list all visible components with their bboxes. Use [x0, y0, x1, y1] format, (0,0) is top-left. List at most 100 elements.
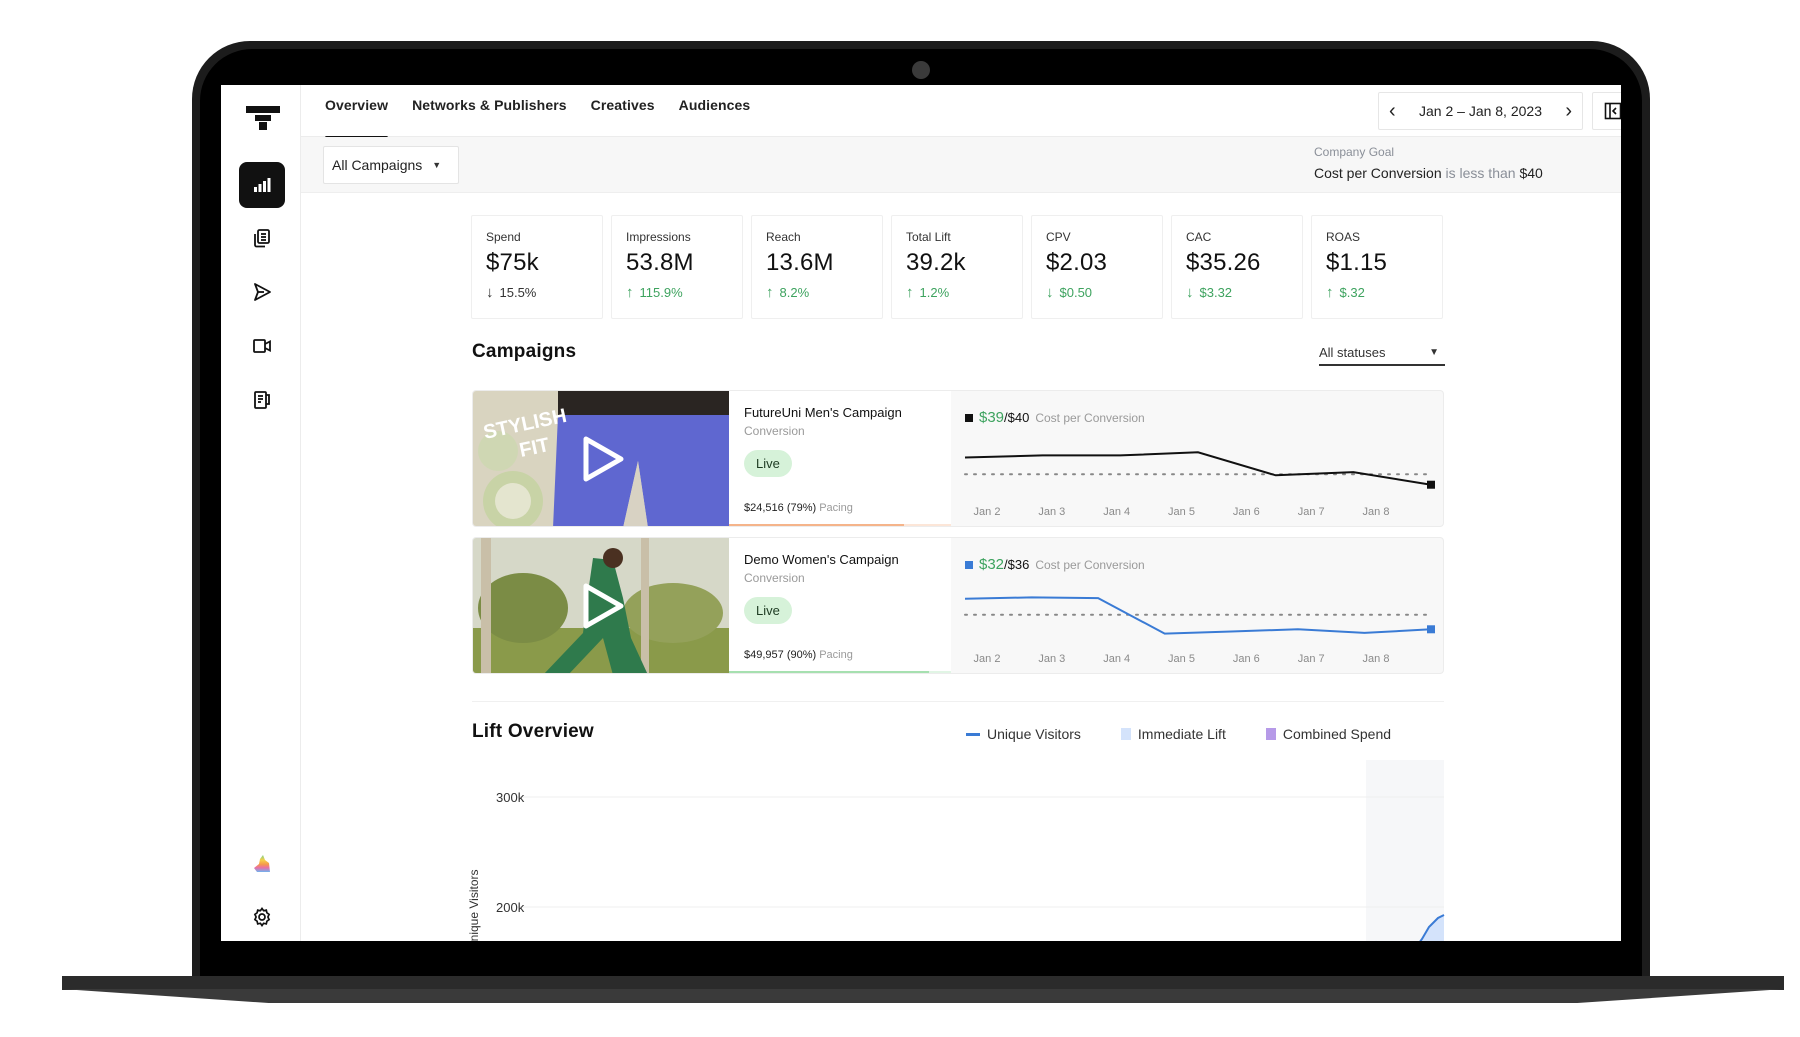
- kpi-label: CPV: [1046, 230, 1071, 244]
- kpi-card[interactable]: ROAS $1.15 ↑ $.32: [1311, 215, 1443, 319]
- sidebar-item-send[interactable]: [239, 269, 285, 315]
- kpi-delta-value: 15.5%: [499, 285, 537, 300]
- pacing-bar: [729, 671, 951, 673]
- legend-item[interactable]: Combined Spend: [1265, 726, 1391, 742]
- tab-networks-publishers[interactable]: Networks & Publishers: [400, 85, 579, 137]
- x-axis-tick-label: Jan 3: [1038, 506, 1065, 518]
- y-axis-tick-label: 300k: [496, 790, 525, 805]
- chevron-left-icon[interactable]: ‹: [1389, 101, 1396, 121]
- app-screen: Overview Networks & Publishers Creatives…: [221, 85, 1621, 941]
- video-camera-icon: [253, 339, 271, 353]
- legend-item[interactable]: Unique Visitors: [966, 726, 1081, 742]
- sidebar-item-brand[interactable]: [239, 841, 285, 887]
- pacing-amount: $24,516 (79%): [744, 502, 820, 514]
- lift-overview-chart: 300k 200k Unique Visitors: [467, 760, 1445, 941]
- kpi-card[interactable]: Reach 13.6M ↑ 8.2%: [751, 215, 883, 319]
- bar-chart-icon: [254, 178, 271, 192]
- arrow-down-icon: ↓: [1186, 284, 1194, 301]
- x-axis-tick-label: Jan 5: [1168, 653, 1195, 665]
- campaign-type: Conversion: [744, 424, 805, 438]
- goal-metric: Cost per Conversion: [1314, 165, 1442, 181]
- end-marker: [1427, 480, 1435, 489]
- x-axis-tick-label: Jan 5: [1168, 506, 1195, 518]
- highlight-band: [1366, 760, 1444, 941]
- tab-overview[interactable]: Overview: [325, 85, 400, 139]
- arrow-down-icon: ↓: [1046, 284, 1054, 301]
- sidebar-item-analytics[interactable]: [239, 162, 285, 208]
- caret-down-icon: ▼: [1429, 346, 1439, 358]
- laptop-base-edge: [62, 989, 1784, 1003]
- kpi-delta-value: 1.2%: [919, 285, 950, 300]
- kpi-card[interactable]: Spend $75k ↓ 15.5%: [471, 215, 603, 319]
- lift-legend: Unique Visitors Immediate Lift Combined Sp…: [966, 726, 1391, 742]
- x-axis-tick-label: Jan 4: [1103, 506, 1130, 518]
- tab-audiences[interactable]: Audiences: [667, 85, 763, 137]
- pacing-bar-fill: [729, 671, 929, 673]
- campaign-card[interactable]: STYLISH FIT FutureUni Men's Campaign Conver…: [472, 390, 1444, 527]
- filters-button[interactable]: Filters: [1592, 92, 1621, 130]
- kpi-card[interactable]: CAC $35.26 ↓ $3.32: [1171, 215, 1303, 319]
- campaign-thumbnail[interactable]: [473, 538, 729, 673]
- legend-square-icon: [1120, 728, 1131, 740]
- cost-per-conversion-chart: $32/$36 Cost per Conversion Jan 2 Jan 3 Jan …: [951, 538, 1443, 673]
- pacing-text: $49,957 (90%) Pacing: [744, 649, 853, 661]
- pacing-text: $24,516 (79%) Pacing: [744, 502, 853, 514]
- campaign-select[interactable]: All Campaigns ▼: [323, 146, 459, 184]
- kpi-label: Total Lift: [906, 230, 951, 244]
- sidebar-item-reports[interactable]: [239, 377, 285, 423]
- pacing-amount: $49,957 (90%): [744, 649, 820, 661]
- legend-line-icon: [966, 732, 980, 736]
- chevron-right-icon[interactable]: ›: [1565, 101, 1572, 121]
- kpi-card[interactable]: Impressions 53.8M ↑ 115.9%: [611, 215, 743, 319]
- status-badge[interactable]: Live: [744, 450, 792, 477]
- y-axis-label: Unique Visitors: [467, 870, 481, 941]
- company-goal-text: Cost per Conversion is less than $40: [1314, 165, 1543, 181]
- arrow-up-icon: ↑: [906, 284, 914, 301]
- cost-series-line: [964, 451, 1432, 486]
- kpi-card[interactable]: Total Lift 39.2k ↑ 1.2%: [891, 215, 1023, 319]
- kpi-delta: ↑ 115.9%: [626, 284, 728, 301]
- kpi-delta-value: $0.50: [1059, 285, 1093, 300]
- campaign-thumbnail[interactable]: STYLISH FIT: [473, 391, 729, 526]
- kpi-label: Reach: [766, 230, 801, 244]
- pacing-label: Pacing: [819, 649, 853, 661]
- status-filter-value: All statuses: [1319, 344, 1386, 360]
- gear-icon: [253, 907, 271, 927]
- end-marker: [1427, 625, 1435, 634]
- kpi-card[interactable]: CPV $2.03 ↓ $0.50: [1031, 215, 1163, 319]
- status-badge[interactable]: Live: [744, 597, 792, 624]
- sidebar-item-video[interactable]: [239, 323, 285, 369]
- tab-creatives[interactable]: Creatives: [579, 85, 667, 137]
- goal-value: $40: [1519, 165, 1543, 181]
- top-navigation: Overview Networks & Publishers Creatives…: [301, 85, 1621, 139]
- logo-icon[interactable]: [246, 106, 280, 132]
- kpi-label: Impressions: [626, 230, 691, 244]
- kpi-label: CAC: [1186, 230, 1212, 244]
- kpi-delta-value: $.32: [1339, 285, 1365, 300]
- kpi-delta-value: 115.9%: [639, 285, 683, 300]
- arrow-up-icon: ↑: [1326, 284, 1334, 301]
- campaign-name[interactable]: Demo Women's Campaign: [744, 552, 936, 567]
- campaigns-heading: Campaigns: [472, 341, 577, 362]
- kpi-value: 39.2k: [906, 249, 966, 276]
- campaign-card[interactable]: Demo Women's Campaign Conversion Live $49,9…: [472, 537, 1444, 674]
- date-range-label[interactable]: Jan 2 – Jan 8, 2023: [1419, 103, 1542, 119]
- legend-square-icon: [1265, 728, 1276, 740]
- kpi-delta: ↓ $3.32: [1186, 284, 1288, 301]
- play-icon[interactable]: [581, 435, 625, 483]
- panel-collapse-icon: [1604, 102, 1621, 120]
- documents-icon: [254, 229, 270, 248]
- status-filter-select[interactable]: All statuses ▼: [1319, 340, 1445, 366]
- play-icon[interactable]: [581, 582, 625, 630]
- legend-item[interactable]: Immediate Lift: [1120, 726, 1226, 742]
- kpi-label: ROAS: [1326, 230, 1361, 244]
- campaign-name[interactable]: FutureUni Men's Campaign: [744, 405, 936, 420]
- kpi-value: 53.8M: [626, 249, 694, 276]
- kpi-value: $1.15: [1326, 249, 1388, 276]
- sidebar-item-settings[interactable]: [239, 894, 285, 940]
- x-axis-tick-label: Jan 6: [1233, 506, 1260, 518]
- kpi-value: $35.26: [1186, 249, 1261, 276]
- sidebar-item-documents[interactable]: [239, 215, 285, 261]
- kpi-delta-value: $3.32: [1199, 285, 1233, 300]
- pacing-bar-fill: [729, 524, 905, 526]
